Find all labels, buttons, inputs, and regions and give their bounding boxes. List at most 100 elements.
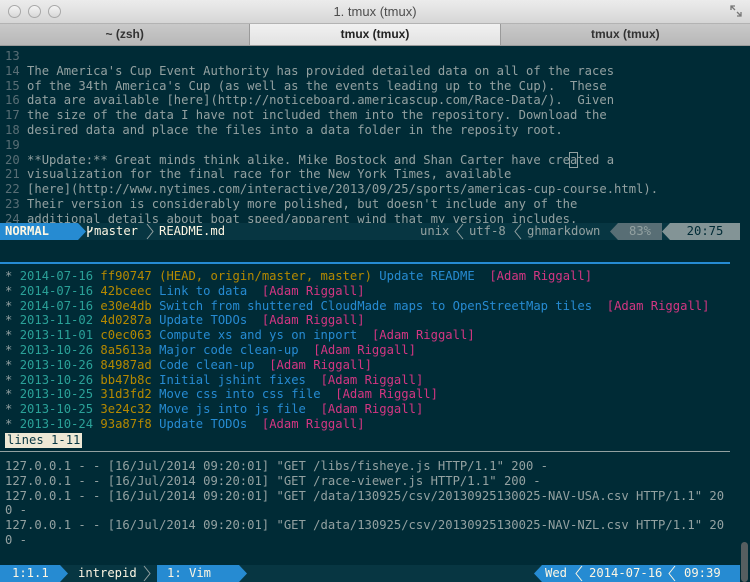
server-log-pane[interactable]: 127.0.0.1 - - [16/Jul/2014 09:20:01] "GE… [0,459,740,548]
commit-message: Code clean-up [159,357,255,372]
line-number: 17 [5,108,20,123]
vim-statusline: NORMAL master README.md unix utf-8 ghmar… [0,223,740,240]
pane-divider[interactable] [0,262,730,264]
vim-editor-pane[interactable]: 13 14 The America's Cup Event Authority … [0,49,740,227]
graph-marker: * [5,387,13,402]
chevron-left-icon [575,565,583,582]
tab-tmux-active[interactable]: tmux (tmux) [250,24,501,45]
title-bar: 1. tmux (tmux) [0,0,750,24]
file-name: README.md [159,224,226,238]
commit-hash: 8a5613a [100,342,152,357]
commit-hash: 42bceec [100,283,152,298]
commit-message: Move js into js file [159,402,306,417]
line-number: 20 [5,152,20,167]
commit-message: Link to data [159,283,248,298]
mode-indicator: NORMAL [0,223,78,240]
editor-line: 15 of the 34th America's Cup (as well as… [5,78,607,93]
git-branch: master [94,224,139,238]
tab-zsh[interactable]: ~ (zsh) [0,24,251,45]
server-log-line: 127.0.0.1 - - [16/Jul/2014 09:20:01] "GE… [5,459,548,473]
tab-bar: ~ (zsh) tmux (tmux) tmux (tmux) [0,24,750,46]
commit-author: [Adam Riggall] [313,342,416,357]
commit-message: Move css into css file [159,387,321,402]
editor-line: 23 Their version is considerably more po… [5,196,578,211]
powerline-separator-icon [610,223,618,240]
chevron-right-icon [146,223,154,240]
tmux-date: 2014-07-16 [589,566,663,580]
commit-date: 2013-10-25 [19,387,94,402]
tmux-time: 09:39 [684,566,721,580]
chevron-right-icon [143,565,151,582]
commit-refs: (HEAD, origin/master, master) [159,269,372,283]
graph-marker: * [5,357,13,372]
commit-message: Compute xs and ys on inport [159,328,358,343]
scroll-percent: 83% [618,223,662,240]
git-commit-row: * 2013-11-02 4d0287a Update TODOs [Adam … [0,313,740,328]
powerline-separator-icon [60,565,68,582]
editor-line: 19 [0,138,740,153]
git-log-pane[interactable]: * 2014-07-16 ff90747 (HEAD, origin/maste… [0,269,740,432]
chevron-left-icon [668,565,676,582]
pane-divider[interactable] [0,451,730,452]
file-encoding: utf-8 [469,224,506,238]
graph-marker: * [5,313,13,328]
commit-date: 2014-07-16 [19,283,94,298]
graph-marker: * [5,372,13,387]
chevron-left-icon [456,223,464,240]
editor-line: 17 the size of the data I have not inclu… [5,108,607,123]
server-log-line: 127.0.0.1 - - [16/Jul/2014 09:20:01] "GE… [5,518,725,533]
file-format: unix [420,224,450,238]
git-commit-row: * 2013-10-26 84987ad Code clean-up [Adam… [0,358,740,373]
line-number: 18 [5,122,20,137]
git-commit-row: * 2014-07-16 42bceec Link to data [Adam … [0,284,740,299]
commit-author: [Adam Riggall] [320,402,424,417]
scrollbar[interactable] [741,542,748,582]
tmux-day: Wed [545,566,568,580]
commit-hash: 31d3fd2 [100,387,152,402]
powerline-separator-icon [534,565,542,582]
commit-date: 2013-11-01 [19,328,94,343]
git-commit-row: * 2013-11-01 c0ec063 Compute xs and ys o… [0,328,740,343]
tmux-status-bar: 1:1.1 intrepid 1: Vim Wed 2014-07-16 09:… [0,565,740,582]
editor-line: 20 **Update:** Great minds think alike. … [5,151,615,168]
git-commit-row: * 2013-10-26 8a5613a Major code clean-up… [0,343,740,358]
commit-message: Update TODOs [159,313,248,328]
git-commit-row: * 2014-07-16 e30e4db Switch from shutter… [0,299,740,314]
terminal[interactable]: 13 14 The America's Cup Event Authority … [0,47,750,582]
commit-author: [Adam Riggall] [606,298,710,313]
commit-date: 2013-10-26 [19,372,94,387]
commit-date: 2013-10-24 [19,416,94,431]
line-number: 15 [5,78,20,93]
file-type: ghmarkdown [527,224,601,238]
commit-date: 2014-07-16 [19,298,94,313]
commit-author: [Adam Riggall] [489,269,593,283]
tab-tmux[interactable]: tmux (tmux) [501,24,750,45]
graph-marker: * [5,328,13,343]
pager-status: lines 1-11 [5,433,83,448]
commit-date: 2013-10-26 [19,342,94,357]
commit-message: Initial jshint fixes [159,372,306,387]
line-number: 23 [5,196,20,211]
commit-hash: 3e24c32 [100,402,152,417]
graph-marker: * [5,298,13,313]
commit-date: 2013-10-26 [19,357,94,372]
editor-line: 13 [0,49,740,64]
commit-message: Update TODOs [159,416,248,431]
editor-line: 16 data are available [here](http://noti… [5,93,615,108]
commit-author: [Adam Riggall] [320,372,424,387]
commit-date: 2013-10-25 [19,402,94,417]
commit-message: Switch from shuttered CloudMade maps to … [159,298,593,313]
server-log-line: 127.0.0.1 - - [16/Jul/2014 09:20:01] "GE… [5,473,541,488]
fullscreen-icon[interactable] [730,5,742,17]
editor-line: 14 The America's Cup Event Authority has… [5,63,615,78]
commit-author: [Adam Riggall] [269,357,372,372]
window-title: 1. tmux (tmux) [333,4,417,19]
commit-hash: e30e4db [100,298,152,313]
graph-marker: * [5,283,13,298]
git-commit-row: * 2013-10-24 93a87f8 Update TODOs [Adam … [0,417,740,432]
commit-message: Update README [379,269,475,283]
tmux-window-vim[interactable]: 1: Vim [157,565,239,582]
editor-line: 18 desired data and place the files into… [5,122,563,137]
git-commit-row: * 2014-07-16 ff90747 (HEAD, origin/maste… [0,269,740,284]
commit-author: [Adam Riggall] [371,328,475,343]
